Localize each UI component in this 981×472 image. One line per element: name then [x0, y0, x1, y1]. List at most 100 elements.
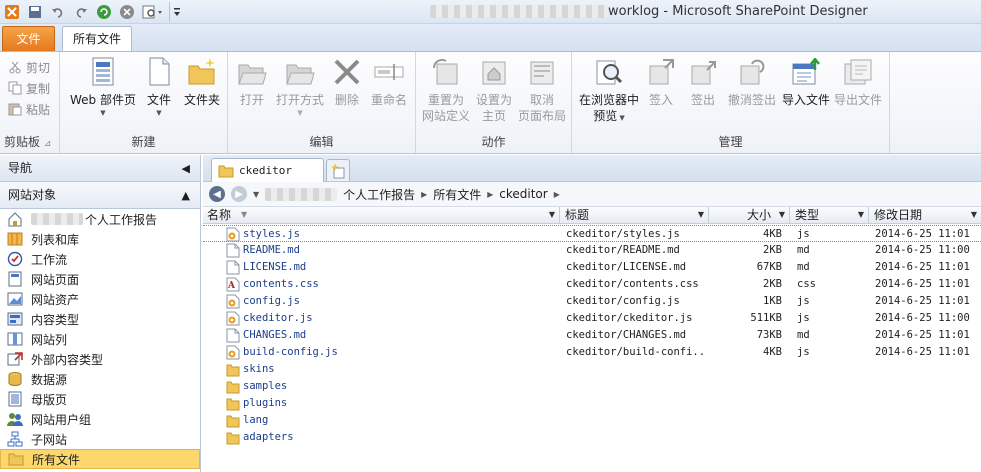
- detach-page-layout-button[interactable]: 取消 页面布局: [516, 56, 568, 124]
- column-type[interactable]: 类型 ▼: [791, 207, 869, 224]
- breadcrumb-site[interactable]: 个人工作报告: [343, 186, 415, 203]
- file-type: js: [797, 295, 810, 307]
- nav-item-11[interactable]: 子网站: [0, 429, 200, 449]
- site-objects-header[interactable]: 网站对象 ▲: [0, 182, 200, 209]
- new-folder-button[interactable]: 文件夹: [180, 56, 224, 108]
- nav-item-2[interactable]: 工作流: [0, 249, 200, 269]
- copy-button[interactable]: 复制: [8, 78, 50, 98]
- nav-item-7[interactable]: 外部内容类型: [0, 349, 200, 369]
- filter-dropdown-icon[interactable]: ▼: [858, 207, 864, 223]
- import-files-button[interactable]: 导入文件: [780, 56, 832, 108]
- redo-icon[interactable]: [71, 2, 91, 22]
- file-name[interactable]: ckeditor.js: [243, 310, 558, 327]
- collapse-pane-icon[interactable]: ◀: [182, 155, 190, 182]
- folder-row[interactable]: skins: [203, 361, 981, 378]
- stop-icon[interactable]: [117, 2, 137, 22]
- file-name[interactable]: build-config.js: [243, 344, 558, 361]
- table-row[interactable]: LICENSE.md ckeditor/LICENSE.md 67KB md 2014-…: [203, 259, 981, 276]
- folder-row[interactable]: samples: [203, 378, 981, 395]
- table-row[interactable]: ckeditor.js ckeditor/ckeditor.js 511KB js 20…: [203, 310, 981, 327]
- table-row[interactable]: README.md ckeditor/README.md 2KB md 2014-6-2…: [203, 242, 981, 259]
- preview-icon[interactable]: [140, 2, 166, 22]
- preview-in-browser-button[interactable]: 在浏览器中 预览 ▼: [576, 56, 642, 124]
- nav-item-1[interactable]: 列表和库: [0, 229, 200, 249]
- filter-dropdown-icon[interactable]: ▼: [698, 207, 704, 223]
- column-modified[interactable]: 修改日期 ▼: [870, 207, 981, 224]
- cut-button[interactable]: 剪切: [8, 57, 50, 77]
- paste-button[interactable]: 粘贴: [8, 99, 50, 119]
- nav-item-6[interactable]: 网站列: [0, 329, 200, 349]
- dropdown-arrow-icon: ▼: [297, 109, 303, 117]
- file-name[interactable]: config.js: [243, 293, 558, 310]
- folder-name[interactable]: adapters: [243, 429, 558, 446]
- file-name[interactable]: README.md: [243, 242, 558, 259]
- folder-icon: [226, 413, 240, 428]
- filter-dropdown-icon[interactable]: ▼: [971, 207, 977, 223]
- customize-qat-icon[interactable]: [169, 2, 183, 22]
- file-name[interactable]: styles.js: [243, 226, 558, 243]
- column-size[interactable]: 大小 ▼: [710, 207, 790, 224]
- folder-name[interactable]: skins: [243, 361, 558, 378]
- back-icon[interactable]: ◀: [209, 186, 225, 202]
- tab-file[interactable]: 文件: [2, 26, 55, 52]
- undo-check-out-button[interactable]: 撤消签出: [726, 56, 778, 108]
- table-row[interactable]: styles.js ckeditor/styles.js 4KB js 2014-6-2…: [203, 225, 981, 242]
- nav-item-10[interactable]: 网站用户组: [0, 409, 200, 429]
- set-as-home-button[interactable]: 设置为 主页: [474, 56, 514, 124]
- reset-site-definition-button[interactable]: 重置为 网站定义: [420, 56, 472, 124]
- forward-icon[interactable]: ▶: [231, 186, 247, 202]
- nav-item-9[interactable]: 母版页: [0, 389, 200, 409]
- history-dropdown-icon[interactable]: ▼: [253, 190, 259, 199]
- refresh-icon[interactable]: [94, 2, 114, 22]
- file-size: 2KB: [763, 244, 782, 256]
- column-name[interactable]: 名称 ▼ ▼: [203, 207, 560, 224]
- folder-row[interactable]: adapters: [203, 429, 981, 446]
- export-file-button[interactable]: 导出文件: [832, 56, 884, 108]
- file-title: ckeditor/LICENSE.md: [566, 261, 687, 273]
- file-name[interactable]: contents.css: [243, 276, 558, 293]
- table-row[interactable]: Acontents.css ckeditor/contents.css 2KB css…: [203, 276, 981, 293]
- web-part-page-button[interactable]: Web 部件页 ▼: [68, 56, 138, 118]
- file-type: md: [797, 244, 810, 256]
- folder-name[interactable]: lang: [243, 412, 558, 429]
- nav-item-12[interactable]: 所有文件: [0, 449, 200, 469]
- doc-tab-ckeditor[interactable]: ckeditor: [211, 158, 324, 182]
- nav-item-label: 网站资产: [31, 292, 80, 307]
- save-icon[interactable]: [25, 2, 45, 22]
- table-row[interactable]: CHANGES.md ckeditor/CHANGES.md 73KB md 2014-…: [203, 327, 981, 344]
- table-row[interactable]: config.js ckeditor/config.js 1KB js 2014-6-2…: [203, 293, 981, 310]
- nav-item-3[interactable]: 网站页面: [0, 269, 200, 289]
- app-icon[interactable]: [2, 2, 22, 22]
- table-row[interactable]: build-config.js ckeditor/build-confi... 4K…: [203, 344, 981, 361]
- file-name[interactable]: LICENSE.md: [243, 259, 558, 276]
- folder-row[interactable]: plugins: [203, 395, 981, 412]
- tab-all-files[interactable]: 所有文件: [62, 26, 133, 52]
- breadcrumb-all-files[interactable]: 所有文件: [433, 186, 481, 203]
- folder-name[interactable]: plugins: [243, 395, 558, 412]
- open-button[interactable]: 打开: [236, 56, 268, 108]
- file-size: 73KB: [756, 329, 782, 341]
- filter-dropdown-icon[interactable]: ▼: [779, 207, 785, 223]
- new-file-button[interactable]: 文件 ▼: [142, 56, 176, 118]
- delete-button[interactable]: 删除: [332, 56, 362, 108]
- check-in-button[interactable]: 签入: [646, 56, 676, 108]
- open-with-button[interactable]: 打开方式 ▼: [274, 56, 326, 118]
- dialog-launcher-icon[interactable]: ⊿: [44, 139, 52, 149]
- file-name[interactable]: CHANGES.md: [243, 327, 558, 344]
- rename-button[interactable]: 重命名: [368, 56, 410, 108]
- nav-item-8[interactable]: 数据源: [0, 369, 200, 389]
- folder-name[interactable]: samples: [243, 378, 558, 395]
- column-title[interactable]: 标题 ▼: [561, 207, 709, 224]
- file-size: 1KB: [763, 295, 782, 307]
- filter-dropdown-icon[interactable]: ▼: [549, 207, 555, 223]
- check-out-button[interactable]: 签出: [688, 56, 718, 108]
- folder-row[interactable]: lang: [203, 412, 981, 429]
- new-tab-button[interactable]: [326, 159, 350, 181]
- breadcrumb-ckeditor[interactable]: ckeditor: [499, 187, 547, 201]
- browser-preview-icon: [594, 56, 624, 88]
- nav-item-4[interactable]: 网站资产: [0, 289, 200, 309]
- undo-icon[interactable]: [48, 2, 68, 22]
- nav-item-5[interactable]: 内容类型: [0, 309, 200, 329]
- nav-item-0[interactable]: 个人工作报告: [0, 209, 200, 229]
- chevron-up-icon[interactable]: ▲: [182, 182, 190, 209]
